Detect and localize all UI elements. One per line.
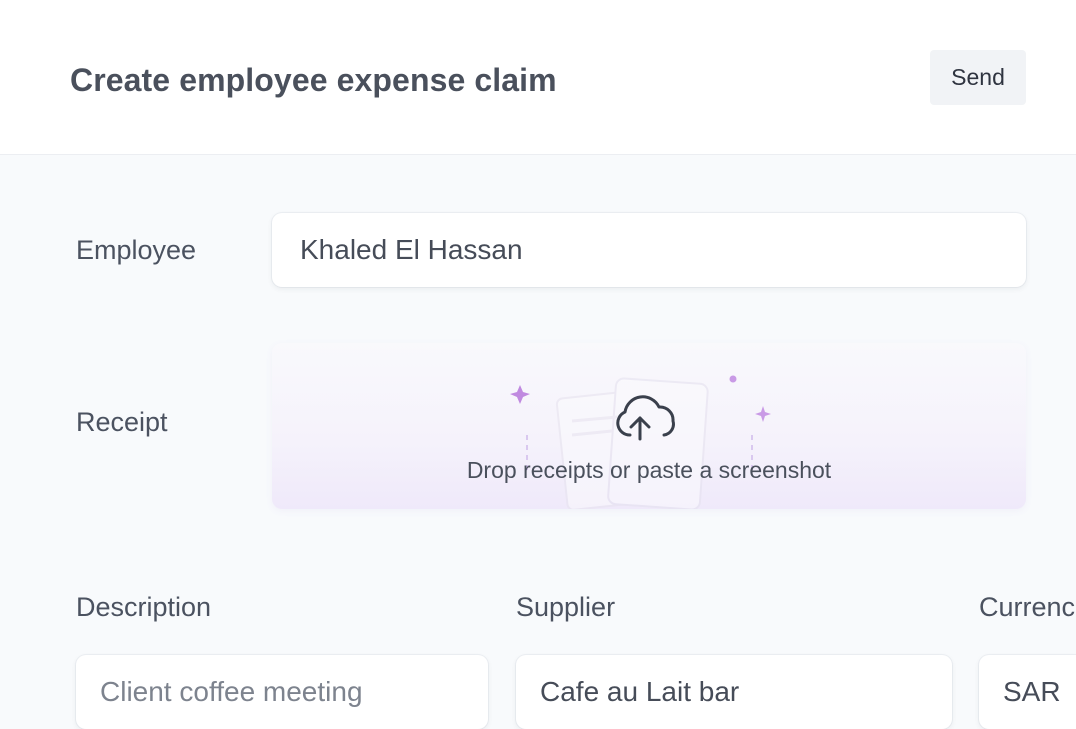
- description-field[interactable]: Client coffee meeting: [76, 655, 488, 729]
- supplier-label: Supplier: [516, 592, 616, 622]
- dropzone-text: Drop receipts or paste a screenshot: [466, 457, 832, 483]
- supplier-field[interactable]: Cafe au Lait bar: [516, 655, 952, 729]
- currency-value: SAR: [1003, 676, 1061, 707]
- receipt-label: Receipt: [76, 407, 168, 437]
- supplier-value: Cafe au Lait bar: [540, 676, 740, 707]
- send-button[interactable]: Send: [930, 50, 1026, 105]
- receipt-paper-icon: [555, 377, 709, 509]
- employee-value: Khaled El Hassan: [300, 234, 523, 265]
- receipt-dropzone[interactable]: Drop receipts or paste a screenshot: [272, 343, 1026, 509]
- employee-field[interactable]: Khaled El Hassan: [272, 213, 1026, 287]
- page-title: Create employee expense claim: [70, 62, 557, 98]
- description-label: Description: [76, 592, 212, 622]
- currency-field[interactable]: SAR: [979, 655, 1076, 729]
- sparkle-icon: [510, 385, 530, 404]
- description-value: Client coffee meeting: [100, 676, 363, 707]
- currency-label: Currenc: [979, 592, 1076, 622]
- header: Create employee expense claim Send: [0, 0, 1076, 155]
- receipt-illustration: [510, 375, 771, 509]
- employee-label: Employee: [76, 235, 197, 265]
- sparkle-icon: [755, 406, 771, 422]
